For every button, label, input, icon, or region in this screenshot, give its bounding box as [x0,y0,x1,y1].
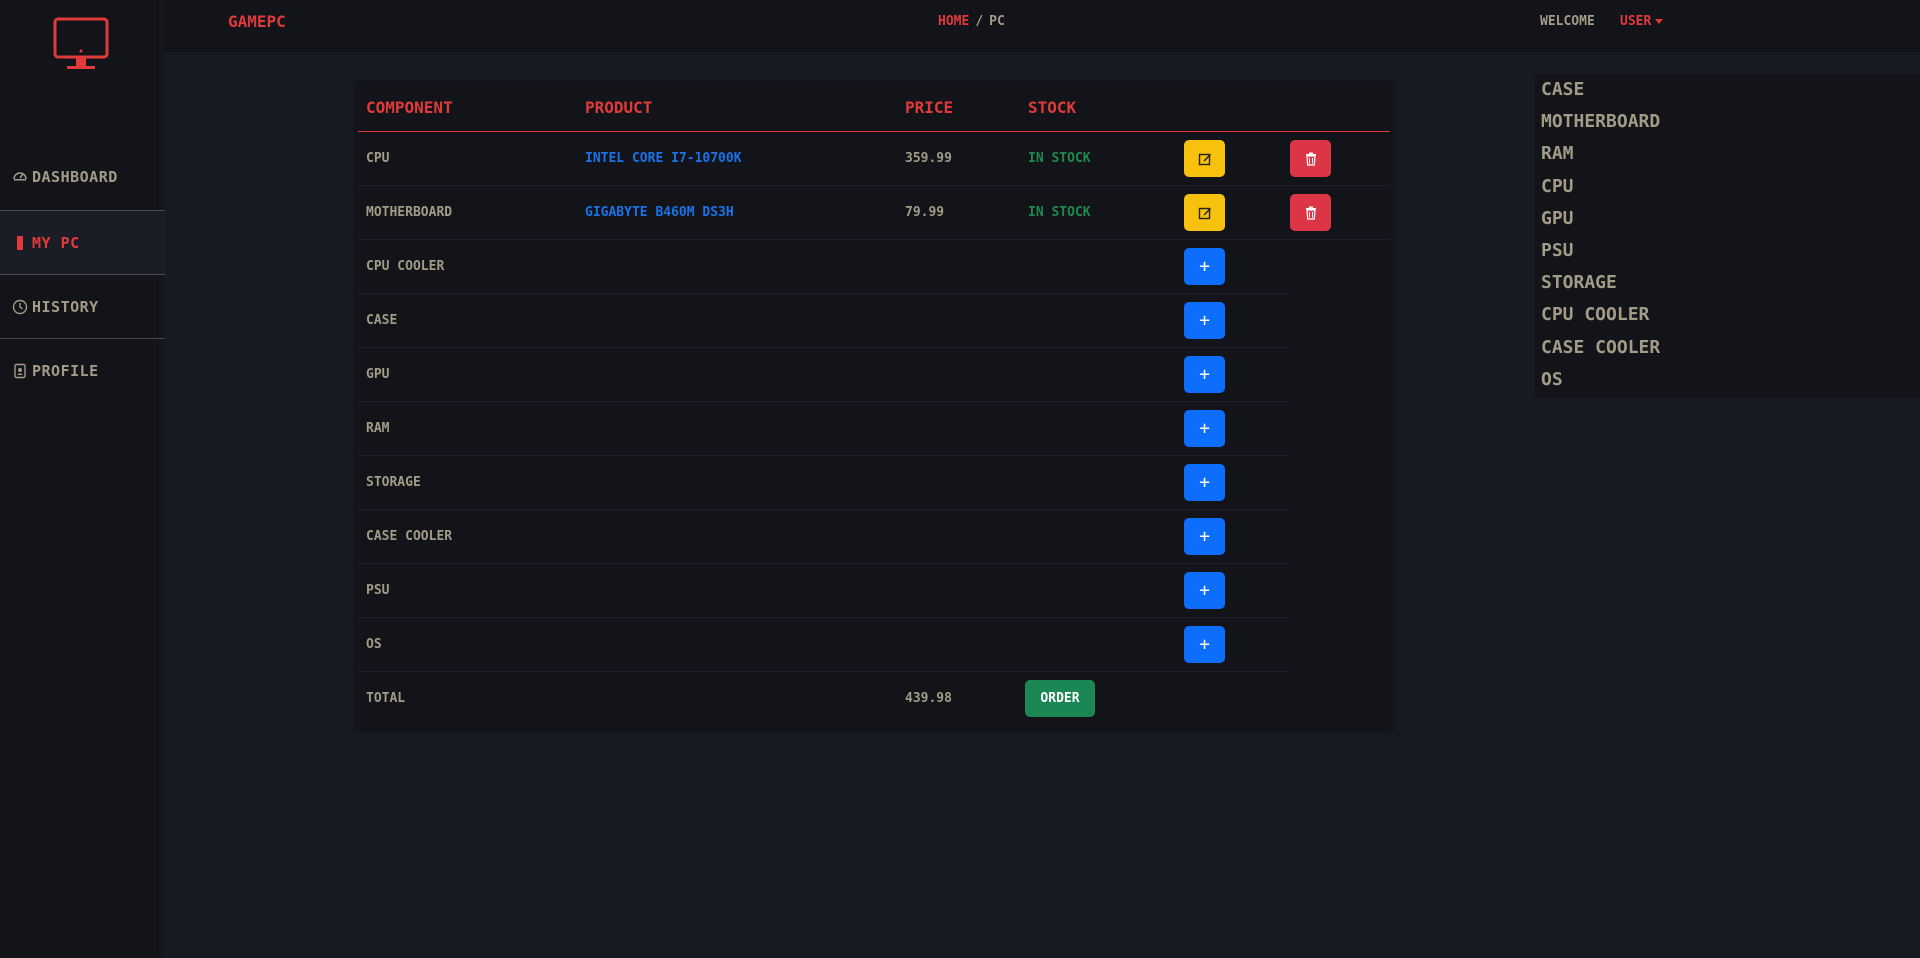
category-item[interactable]: CASE [1535,74,1920,106]
edit-button[interactable] [1184,194,1225,231]
pc-build-table: COMPONENT PRODUCT PRICE STOCK CPU INTEL … [355,82,1393,730]
category-item[interactable]: CASE COOLER [1535,332,1920,364]
sidebar-nav: DASHBOARD MY PC HISTORY PROFILE [0,140,165,403]
table-row: RAM + [358,402,1288,456]
product-link[interactable]: INTEL CORE I7-10700K [585,151,742,166]
header-component: COMPONENT [366,98,453,117]
add-component-button[interactable]: + [1184,518,1225,555]
add-component-button[interactable]: + [1184,248,1225,285]
table-row: CASE + [358,294,1288,348]
table-row: STORAGE + [358,456,1288,510]
add-component-button[interactable]: + [1184,410,1225,447]
total-row: TOTAL 439.98 ORDER [358,672,1390,726]
sidebar-item-label: HISTORY [32,297,99,316]
plus-icon: + [1199,526,1210,547]
category-item[interactable]: CPU [1535,171,1920,203]
total-label: TOTAL [366,691,406,706]
component-cell: MOTHERBOARD [366,205,453,220]
speedometer-icon [12,168,28,184]
component-cell: CASE [366,313,398,328]
table-row: MOTHERBOARD GIGABYTE B460M DS3H 79.99 IN… [358,186,1390,240]
total-value: 439.98 [905,691,952,706]
plus-icon: + [1199,364,1210,385]
plus-icon: + [1199,310,1210,331]
category-list: CASE MOTHERBOARD RAM CPU GPU PSU STORAGE… [1535,74,1920,398]
person-badge-icon [12,363,28,379]
trash-icon [1305,206,1316,220]
edit-icon [1198,153,1211,165]
breadcrumb: HOME / PC [938,14,1005,29]
category-item[interactable]: OS [1535,364,1920,396]
plus-icon: + [1199,472,1210,493]
add-component-button[interactable]: + [1184,464,1225,501]
order-button[interactable]: ORDER [1025,680,1095,717]
add-component-button[interactable]: + [1184,626,1225,663]
trash-icon [1305,152,1316,166]
table-header: COMPONENT PRODUCT PRICE STOCK [358,82,1390,132]
add-component-button[interactable]: + [1184,356,1225,393]
add-component-button[interactable]: + [1184,572,1225,609]
sidebar-item-label: DASHBOARD [32,168,118,186]
table-row: PSU + [358,564,1288,618]
price-cell: 359.99 [905,151,952,166]
category-item[interactable]: CPU COOLER [1535,299,1920,331]
sidebar-item-my-pc[interactable]: MY PC [0,211,165,275]
plus-icon: + [1199,634,1210,655]
table-row: OS + [358,618,1288,672]
component-cell: CPU [366,151,390,166]
sidebar-item-label: MY PC [32,233,80,252]
category-item[interactable]: MOTHERBOARD [1535,106,1920,138]
header-product: PRODUCT [585,98,653,117]
user-label: USER [1620,14,1652,29]
component-cell: GPU [366,367,390,382]
table-row: CPU COOLER + [358,240,1288,294]
brand-link[interactable]: GAMEPC [228,12,286,31]
component-cell: CPU COOLER [366,259,445,274]
user-dropdown[interactable]: USER [1620,14,1664,29]
price-cell: 79.99 [905,205,945,220]
delete-button[interactable] [1290,194,1331,231]
add-component-button[interactable]: + [1184,302,1225,339]
edit-icon [1198,207,1211,219]
category-item[interactable]: STORAGE [1535,267,1920,299]
component-cell: STORAGE [366,475,421,490]
stock-cell: IN STOCK [1028,151,1091,166]
sidebar-item-dashboard[interactable]: DASHBOARD [0,140,165,211]
delete-button[interactable] [1290,140,1331,177]
edit-button[interactable] [1184,140,1225,177]
sidebar: DASHBOARD MY PC HISTORY PROFILE [0,0,165,958]
plus-icon: + [1199,256,1210,277]
breadcrumb-separator: / [975,14,984,29]
component-cell: RAM [366,421,390,436]
clock-icon [12,299,28,315]
component-cell: OS [366,637,382,652]
sidebar-item-label: PROFILE [32,362,99,380]
product-link[interactable]: GIGABYTE B460M DS3H [585,205,734,220]
plus-icon: + [1199,580,1210,601]
sidebar-item-history[interactable]: HISTORY [0,275,165,339]
category-item[interactable]: GPU [1535,203,1920,235]
stock-cell: IN STOCK [1028,205,1091,220]
plus-icon: + [1199,418,1210,439]
component-cell: CASE COOLER [366,529,453,544]
table-row: CASE COOLER + [358,510,1288,564]
welcome-text: WELCOME [1540,14,1595,29]
table-row: CPU INTEL CORE I7-10700K 359.99 IN STOCK [358,132,1390,186]
breadcrumb-current: PC [989,14,1005,29]
category-item[interactable]: PSU [1535,235,1920,267]
sidebar-item-profile[interactable]: PROFILE [0,339,165,403]
breadcrumb-home-link[interactable]: HOME [938,14,969,29]
caret-down-icon [1655,19,1664,24]
header-price: PRICE [905,98,954,117]
category-item[interactable]: RAM [1535,138,1920,170]
pc-tower-icon [12,235,28,251]
monitor-logo-icon[interactable] [52,16,112,72]
table-row: GPU + [358,348,1288,402]
component-cell: PSU [366,583,390,598]
top-navbar: GAMEPC HOME / PC WELCOME USER [165,0,1920,52]
header-stock: STOCK [1028,98,1077,117]
